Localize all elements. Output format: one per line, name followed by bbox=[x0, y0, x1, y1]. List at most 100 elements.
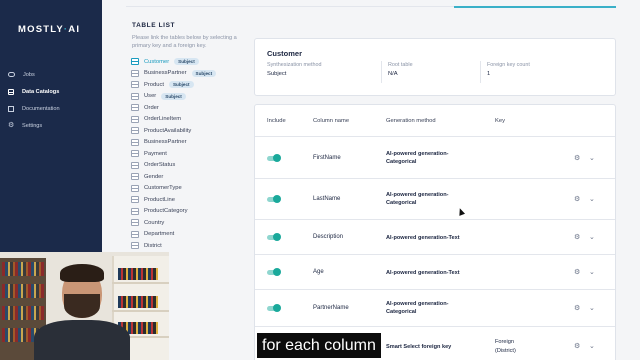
subject-badge: Subject bbox=[161, 92, 186, 100]
generation-method: AI-powered generation-Categorical bbox=[386, 150, 449, 166]
table-list-description: Please link the tables below by selectin… bbox=[132, 35, 237, 50]
toggle-knob bbox=[273, 304, 281, 312]
gear-icon[interactable]: ⚙ bbox=[574, 155, 580, 163]
table-icon bbox=[131, 138, 139, 146]
columns-table: Include Column name Generation method Ke… bbox=[254, 104, 616, 360]
column-name: LastName bbox=[313, 195, 341, 202]
gear-icon[interactable]: ⚙ bbox=[574, 343, 580, 351]
column-name: Age bbox=[313, 268, 324, 275]
table-icon bbox=[131, 161, 139, 169]
gear-icon[interactable]: ⚙ bbox=[574, 234, 580, 242]
include-toggle[interactable] bbox=[267, 195, 281, 203]
gear-icon[interactable]: ⚙ bbox=[574, 305, 580, 313]
chevron-down-icon[interactable]: ⌄ bbox=[589, 269, 595, 277]
root-table-value: N/A bbox=[388, 71, 398, 77]
table-list-item[interactable]: Order bbox=[131, 102, 251, 114]
table-icon bbox=[131, 58, 139, 66]
include-toggle[interactable] bbox=[267, 268, 281, 276]
chevron-down-icon[interactable]: ⌄ bbox=[589, 155, 595, 163]
table-list-item[interactable]: ProductAvailability bbox=[131, 125, 251, 137]
column-row: Age AI-powered generation-Text ⚙ ⌄ bbox=[255, 255, 615, 290]
divider bbox=[381, 61, 382, 83]
table-icon bbox=[131, 81, 139, 89]
table-name: BusinessPartner bbox=[144, 139, 187, 146]
subject-badge: Subject bbox=[191, 69, 217, 77]
table-list-item[interactable]: Payment bbox=[131, 148, 251, 160]
table-icon bbox=[131, 127, 139, 135]
table-list-item[interactable]: Gender bbox=[131, 171, 251, 183]
key-value: Foreign (District) bbox=[495, 339, 516, 354]
chevron-down-icon[interactable]: ⌄ bbox=[589, 196, 595, 204]
mostly-ai-logo[interactable]: MOSTLY·AI bbox=[18, 24, 80, 35]
table-list-title: TABLE LIST bbox=[132, 22, 176, 29]
table-list-item[interactable]: ProductCategory bbox=[131, 206, 251, 218]
table-list-item[interactable]: User Subject bbox=[131, 91, 251, 103]
column-name: Description bbox=[313, 233, 344, 240]
table-list-item[interactable]: Customer Subject bbox=[131, 56, 251, 68]
table-icon bbox=[131, 173, 139, 181]
table-list-item[interactable]: BusinessPartner Subject bbox=[131, 68, 251, 80]
divider bbox=[480, 61, 481, 83]
include-toggle[interactable] bbox=[267, 304, 281, 312]
table-name: Gender bbox=[144, 173, 164, 180]
chevron-down-icon[interactable]: ⌄ bbox=[589, 305, 595, 313]
table-name: ProductCategory bbox=[144, 208, 188, 215]
sidebar-item-jobs[interactable]: Jobs bbox=[0, 66, 102, 83]
table-list: Customer Subject BusinessPartner Subject Pro… bbox=[131, 56, 251, 252]
table-name: District bbox=[144, 242, 162, 249]
table-name: Customer bbox=[144, 58, 170, 65]
table-list-item[interactable]: OrderLineItem bbox=[131, 114, 251, 126]
table-name: Payment bbox=[144, 150, 167, 157]
table-icon bbox=[131, 207, 139, 215]
include-toggle[interactable] bbox=[267, 154, 281, 162]
table-name: Product bbox=[144, 81, 164, 88]
table-icon bbox=[131, 115, 139, 123]
sidebar-item-documentation[interactable]: Documentation bbox=[0, 100, 102, 117]
table-icon bbox=[131, 242, 139, 250]
table-icon bbox=[131, 92, 139, 100]
table-name: Country bbox=[144, 219, 165, 226]
chevron-down-icon[interactable]: ⌄ bbox=[589, 343, 595, 351]
table-name: Department bbox=[144, 231, 175, 238]
table-name: User bbox=[144, 93, 157, 100]
table-list-item[interactable]: BusinessPartner bbox=[131, 137, 251, 149]
header-include: Include bbox=[267, 118, 286, 124]
table-icon bbox=[131, 104, 139, 112]
subtitle-caption: for each column bbox=[257, 333, 381, 358]
table-list-item[interactable]: Department bbox=[131, 229, 251, 241]
toggle-knob bbox=[273, 195, 281, 203]
generation-method: AI-powered generation-Text bbox=[386, 234, 460, 241]
table-name: BusinessPartner bbox=[144, 70, 187, 77]
table-name: Order bbox=[144, 104, 159, 111]
table-list-item[interactable]: CustomerType bbox=[131, 183, 251, 195]
table-list-item[interactable]: Product Subject bbox=[131, 79, 251, 91]
column-name: FirstName bbox=[313, 154, 341, 161]
root-table-label: Root table bbox=[388, 62, 413, 68]
sidebar-item-data-catalogs[interactable]: Data Catalogs bbox=[0, 83, 102, 100]
gear-icon[interactable]: ⚙ bbox=[574, 269, 580, 277]
column-row: FirstName AI-powered generation-Categoric… bbox=[255, 138, 615, 179]
gear-icon[interactable]: ⚙ bbox=[574, 196, 580, 204]
header-key: Key bbox=[495, 118, 505, 124]
column-row: Description AI-powered generation-Text ⚙ ⌄ bbox=[255, 220, 615, 255]
table-list-item[interactable]: Country bbox=[131, 217, 251, 229]
table-name: CustomerType bbox=[144, 185, 182, 192]
sidebar-item-label: Jobs bbox=[23, 71, 35, 78]
table-name: ProductLine bbox=[144, 196, 175, 203]
include-toggle[interactable] bbox=[267, 233, 281, 241]
column-row: PartnerName AI-powered generation-Categor… bbox=[255, 290, 615, 327]
chevron-down-icon[interactable]: ⌄ bbox=[589, 234, 595, 242]
synthesization-method-label: Synthesization method bbox=[267, 62, 322, 68]
table-icon bbox=[131, 150, 139, 158]
table-list-item[interactable]: ProductLine bbox=[131, 194, 251, 206]
sidebar-nav: Jobs Data Catalogs Documentation ⚙ Setti… bbox=[0, 66, 102, 134]
catalog-icon bbox=[8, 88, 14, 95]
subject-badge: Subject bbox=[168, 81, 194, 89]
sidebar-item-settings[interactable]: ⚙ Settings bbox=[0, 117, 102, 134]
documentation-icon bbox=[8, 105, 14, 112]
table-list-item[interactable]: OrderStatus bbox=[131, 160, 251, 172]
table-list-item[interactable]: District bbox=[131, 240, 251, 252]
foreign-key-count-label: Foreign key count bbox=[487, 62, 530, 68]
generation-method: AI-powered generation-Categorical bbox=[386, 300, 449, 316]
column-row: LastName AI-powered generation-Categorica… bbox=[255, 179, 615, 220]
